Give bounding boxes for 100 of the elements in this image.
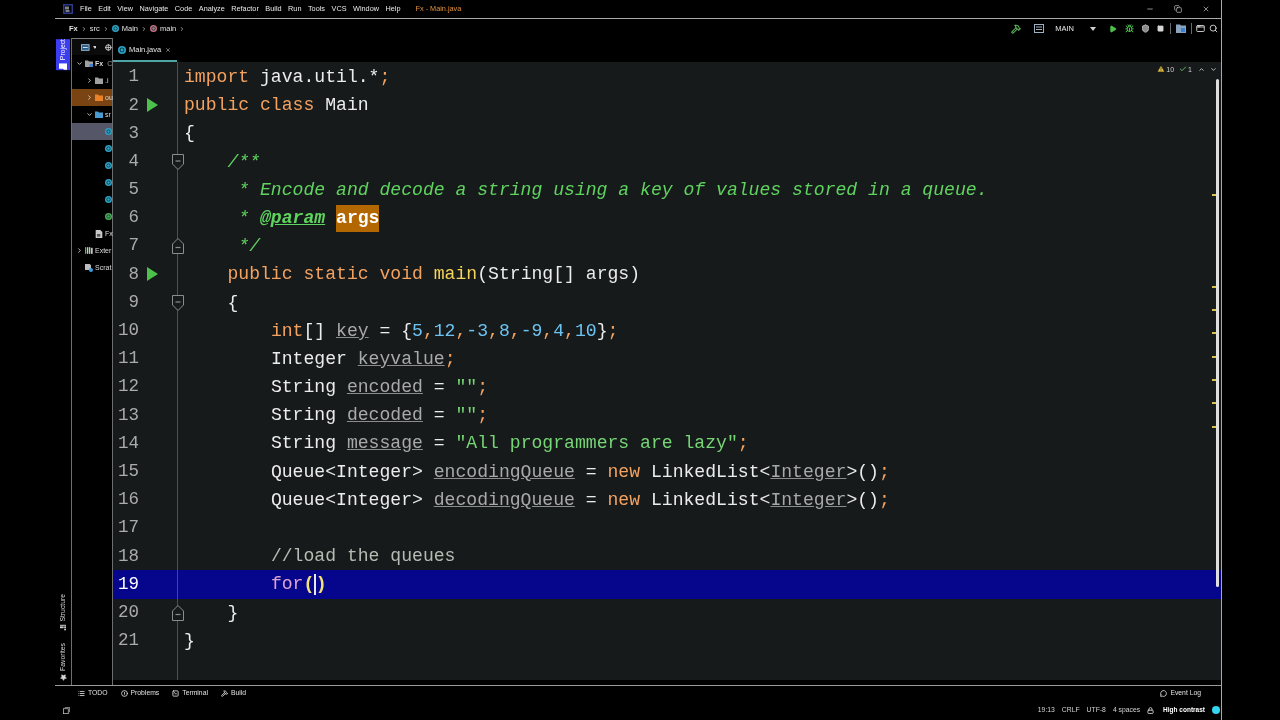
run-icon[interactable] bbox=[147, 267, 158, 282]
method-icon bbox=[150, 25, 158, 32]
code-line: public class Main bbox=[184, 94, 369, 118]
code-line: } bbox=[184, 629, 195, 653]
folder-icon bbox=[95, 111, 103, 118]
line-number: 6 bbox=[128, 209, 139, 227]
folder-icon bbox=[95, 94, 103, 101]
hammer-icon[interactable] bbox=[1011, 23, 1022, 34]
text-cursor bbox=[314, 573, 316, 595]
line-number: 1 bbox=[128, 68, 139, 86]
fold-icon[interactable] bbox=[171, 238, 184, 255]
crosshair-icon[interactable] bbox=[105, 43, 112, 51]
caret-icon[interactable] bbox=[92, 45, 97, 49]
code-line: Queue<Integer> encodingQueue = new LinkedList<Integer>(); bbox=[270, 460, 890, 484]
chevron-icon bbox=[179, 25, 186, 32]
code-line: int[] key = {5,12,-3,8,-9,4,10}; bbox=[270, 319, 619, 343]
hammer-icon bbox=[220, 689, 228, 697]
line-number: 20 bbox=[118, 603, 139, 622]
code-line: * Encode and decode a string using a key of values stored in a queue. bbox=[238, 178, 988, 202]
code-line: Queue<Integer> decodingQueue = new LinkedList<Integer>(); bbox=[270, 488, 890, 512]
code-line: /** bbox=[227, 150, 260, 174]
file-icon bbox=[105, 213, 112, 220]
run-icon[interactable] bbox=[1109, 24, 1117, 33]
line-number: 4 bbox=[128, 152, 139, 171]
caret-icon[interactable] bbox=[1090, 26, 1096, 31]
chevron-up-icon[interactable] bbox=[1198, 65, 1205, 73]
class-icon bbox=[111, 25, 119, 32]
scratch-file-icon bbox=[85, 263, 93, 272]
terminal-icon bbox=[172, 689, 180, 697]
code-line: //load the queues bbox=[270, 545, 456, 569]
code-editor[interactable] bbox=[113, 62, 1221, 680]
alert-icon bbox=[120, 689, 128, 697]
code-line: { bbox=[227, 291, 239, 315]
line-number: 11 bbox=[118, 350, 139, 368]
line-number: 3 bbox=[128, 124, 139, 143]
line-number: 14 bbox=[118, 434, 139, 453]
close-icon[interactable] bbox=[1202, 5, 1210, 13]
fold-icon[interactable] bbox=[171, 294, 184, 311]
class-icon bbox=[105, 128, 112, 135]
class-icon bbox=[105, 162, 112, 169]
class-icon bbox=[105, 145, 112, 152]
warning-icon bbox=[1157, 65, 1166, 73]
module-folder-icon bbox=[85, 60, 93, 67]
restore-icon[interactable] bbox=[1174, 5, 1182, 13]
scrollbar-thumb[interactable] bbox=[1216, 79, 1219, 587]
library-icon bbox=[85, 247, 93, 254]
line-number: 13 bbox=[118, 406, 139, 425]
panel-options-icon[interactable] bbox=[81, 43, 90, 51]
run-configuration-icon[interactable] bbox=[1034, 24, 1045, 33]
line-number: 16 bbox=[118, 491, 139, 509]
line-number: 7 bbox=[128, 237, 139, 255]
close-icon[interactable] bbox=[165, 47, 172, 53]
code-line: public static void main(String[] args) bbox=[227, 263, 641, 287]
chevron-icon[interactable] bbox=[86, 94, 93, 101]
chevron-icon[interactable] bbox=[76, 247, 83, 254]
layers-icon[interactable] bbox=[63, 706, 70, 714]
code-line: * @param args bbox=[238, 203, 380, 233]
lock-icon[interactable] bbox=[1147, 706, 1155, 714]
line-number: 21 bbox=[118, 632, 139, 650]
check-icon bbox=[1179, 65, 1188, 73]
code-line: */ bbox=[238, 235, 260, 259]
window-icon[interactable] bbox=[1196, 24, 1205, 33]
run-icon[interactable] bbox=[147, 98, 158, 113]
class-icon bbox=[118, 46, 126, 54]
line-number: 17 bbox=[118, 519, 139, 537]
code-text: ) bbox=[315, 573, 327, 597]
line-number: 18 bbox=[118, 547, 139, 566]
code-line: String encoded = ""; bbox=[270, 376, 489, 400]
code-line: String decoded = ""; bbox=[270, 404, 489, 428]
coverage-icon[interactable] bbox=[1141, 24, 1150, 33]
chevron-down-icon[interactable] bbox=[1210, 65, 1217, 73]
line-number: 9 bbox=[128, 293, 139, 312]
line-number: 8 bbox=[128, 265, 139, 284]
chevron-icon[interactable] bbox=[76, 60, 83, 67]
fold-icon[interactable] bbox=[171, 153, 184, 170]
module-file-icon bbox=[95, 229, 103, 238]
code-line: } bbox=[227, 601, 239, 625]
app-logo-icon bbox=[63, 4, 73, 14]
chevron-icon[interactable] bbox=[86, 77, 93, 84]
code-line: String message = "All programmers are lazy"; bbox=[270, 432, 749, 456]
fold-icon[interactable] bbox=[171, 604, 184, 621]
structure-icon bbox=[60, 625, 66, 632]
class-icon bbox=[105, 196, 112, 203]
line-number: 10 bbox=[118, 322, 139, 340]
code-text: for( bbox=[270, 573, 315, 597]
bug-icon[interactable] bbox=[1125, 24, 1134, 33]
line-number: 19 bbox=[118, 575, 139, 594]
stop-icon[interactable] bbox=[1157, 25, 1164, 32]
folder-icon bbox=[59, 63, 67, 71]
chevron-icon bbox=[102, 25, 109, 32]
chevron-icon[interactable] bbox=[86, 111, 93, 118]
line-number: 2 bbox=[128, 96, 139, 115]
line-number: 15 bbox=[118, 462, 139, 481]
status-dot-icon bbox=[1212, 706, 1220, 714]
line-number: 5 bbox=[128, 181, 139, 199]
search-icon[interactable] bbox=[1209, 24, 1218, 33]
line-number: 12 bbox=[118, 378, 139, 396]
star-icon bbox=[59, 674, 67, 681]
project-structure-icon[interactable] bbox=[1176, 24, 1186, 33]
code-line: Integer keyvalue; bbox=[270, 347, 456, 371]
